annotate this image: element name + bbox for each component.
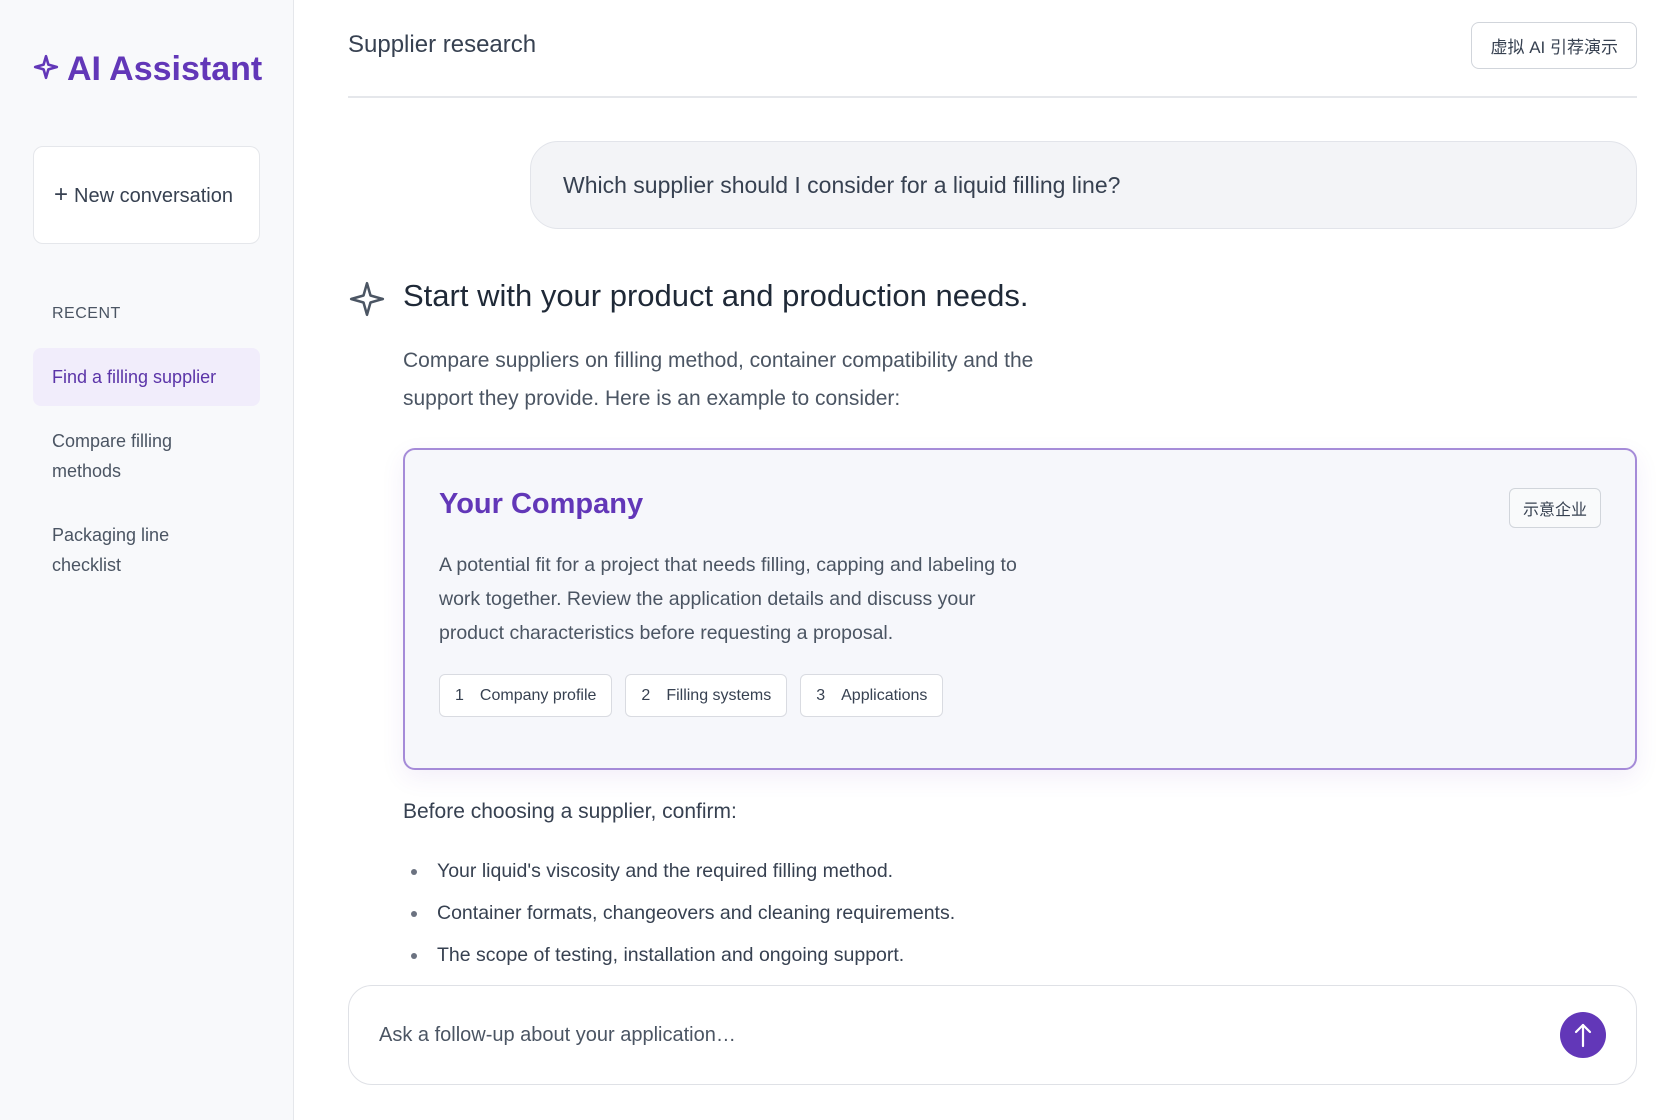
supplier-card: Your Company 示意企业 A potential fit for a … [403,448,1637,770]
supplier-card-chips: 1 Company profile 2 Filling systems 3 Ap… [439,674,944,717]
recent-item-compare-filling-methods[interactable]: Compare filling methods [33,412,260,500]
recent-item-packaging-line-checklist[interactable]: Packaging line checklist [33,506,260,594]
user-message: Which supplier should I consider for a l… [530,141,1637,229]
supplier-card-description: A potential fit for a project that needs… [439,554,1017,644]
confirm-label: Before choosing a supplier, confirm: [403,800,737,823]
send-button[interactable] [1560,1012,1606,1058]
checklist-item: Container formats, changeovers and clean… [403,892,955,934]
recent-section-label: RECENT [52,305,121,322]
checklist: Your liquid's viscosity and the required… [403,850,955,976]
chip-number: 3 [816,686,826,704]
recent-item-find-filling-supplier[interactable]: Find a filling supplier [33,348,260,406]
app-window: AI Assistant + New conversation RECENT Fi… [0,0,1680,1120]
chip-label: Applications [841,686,928,704]
chip-applications[interactable]: 3 Applications [800,674,944,717]
recent-list: Find a filling supplier Compare filling … [33,348,260,600]
chip-filling-systems[interactable]: 2 Filling systems [625,674,788,717]
demo-badge: 虚拟 AI 引荐演示 [1471,21,1637,69]
main-panel: Supplier research 虚拟 AI 引荐演示 Which suppl… [294,0,1680,1120]
ai-response-heading: Start with your product and production n… [403,278,1029,313]
brand-name: AI Assistant [67,50,263,88]
chip-company-profile[interactable]: 1 Company profile [439,674,613,717]
composer [348,985,1637,1085]
header: Supplier research 虚拟 AI 引荐演示 [348,0,1637,98]
checklist-item: The scope of testing, installation and o… [403,934,955,976]
brand: AI Assistant [33,50,262,89]
follow-up-input[interactable] [379,1023,1479,1047]
chip-label: Company profile [479,686,597,704]
supplier-card-title: Your Company [439,488,644,520]
chip-number: 2 [641,686,651,704]
checklist-item: Your liquid's viscosity and the required… [403,850,955,892]
chip-number: 1 [455,686,464,704]
supplier-card-tag: 示意企业 [1508,488,1601,528]
sparkle-icon [33,50,59,89]
sparkle-outline-icon [349,281,385,317]
arrow-up-icon [1574,1023,1592,1048]
ai-response-intro: Compare suppliers on filling method, con… [403,349,1034,410]
plus-icon: + [54,180,69,208]
page-title: Supplier research [348,31,537,58]
new-conversation-label: New conversation [74,184,233,207]
chip-label: Filling systems [666,686,772,704]
new-conversation-button[interactable]: + New conversation [33,146,260,244]
sidebar: AI Assistant + New conversation RECENT Fi… [0,0,294,1120]
